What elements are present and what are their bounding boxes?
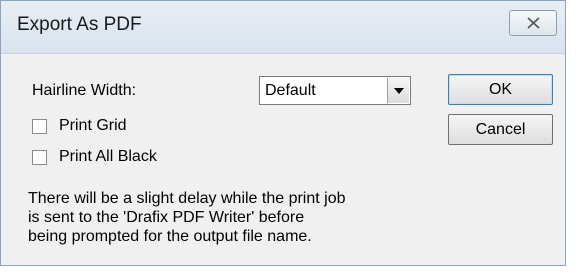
close-icon — [527, 17, 540, 29]
hairline-width-select[interactable]: Default — [259, 76, 411, 105]
chevron-down-icon — [394, 88, 404, 94]
hairline-width-label: Hairline Width: — [32, 82, 137, 99]
cancel-button[interactable]: Cancel — [448, 114, 553, 145]
dropdown-button[interactable] — [387, 78, 409, 103]
delay-note: There will be a slight delay while the p… — [28, 189, 346, 246]
hairline-width-value: Default — [265, 82, 316, 99]
title-bar: Export As PDF — [1, 1, 565, 54]
ok-button[interactable]: OK — [448, 74, 553, 105]
print-grid-label: Print Grid — [59, 117, 127, 134]
dialog-body: Hairline Width: Default Print Grid Print… — [11, 61, 557, 261]
dialog-title: Export As PDF — [17, 14, 142, 35]
note-line: There will be a slight delay while the p… — [28, 190, 346, 207]
print-all-black-checkbox[interactable] — [32, 150, 47, 165]
export-pdf-dialog: Export As PDF Hairline Width: Default Pr… — [0, 0, 566, 266]
print-grid-checkbox[interactable] — [32, 119, 47, 134]
close-button[interactable] — [509, 10, 557, 36]
note-line: is sent to the 'Drafix PDF Writer' befor… — [28, 209, 305, 226]
note-line: being prompted for the output file name. — [28, 228, 312, 245]
print-all-black-label: Print All Black — [59, 148, 157, 165]
